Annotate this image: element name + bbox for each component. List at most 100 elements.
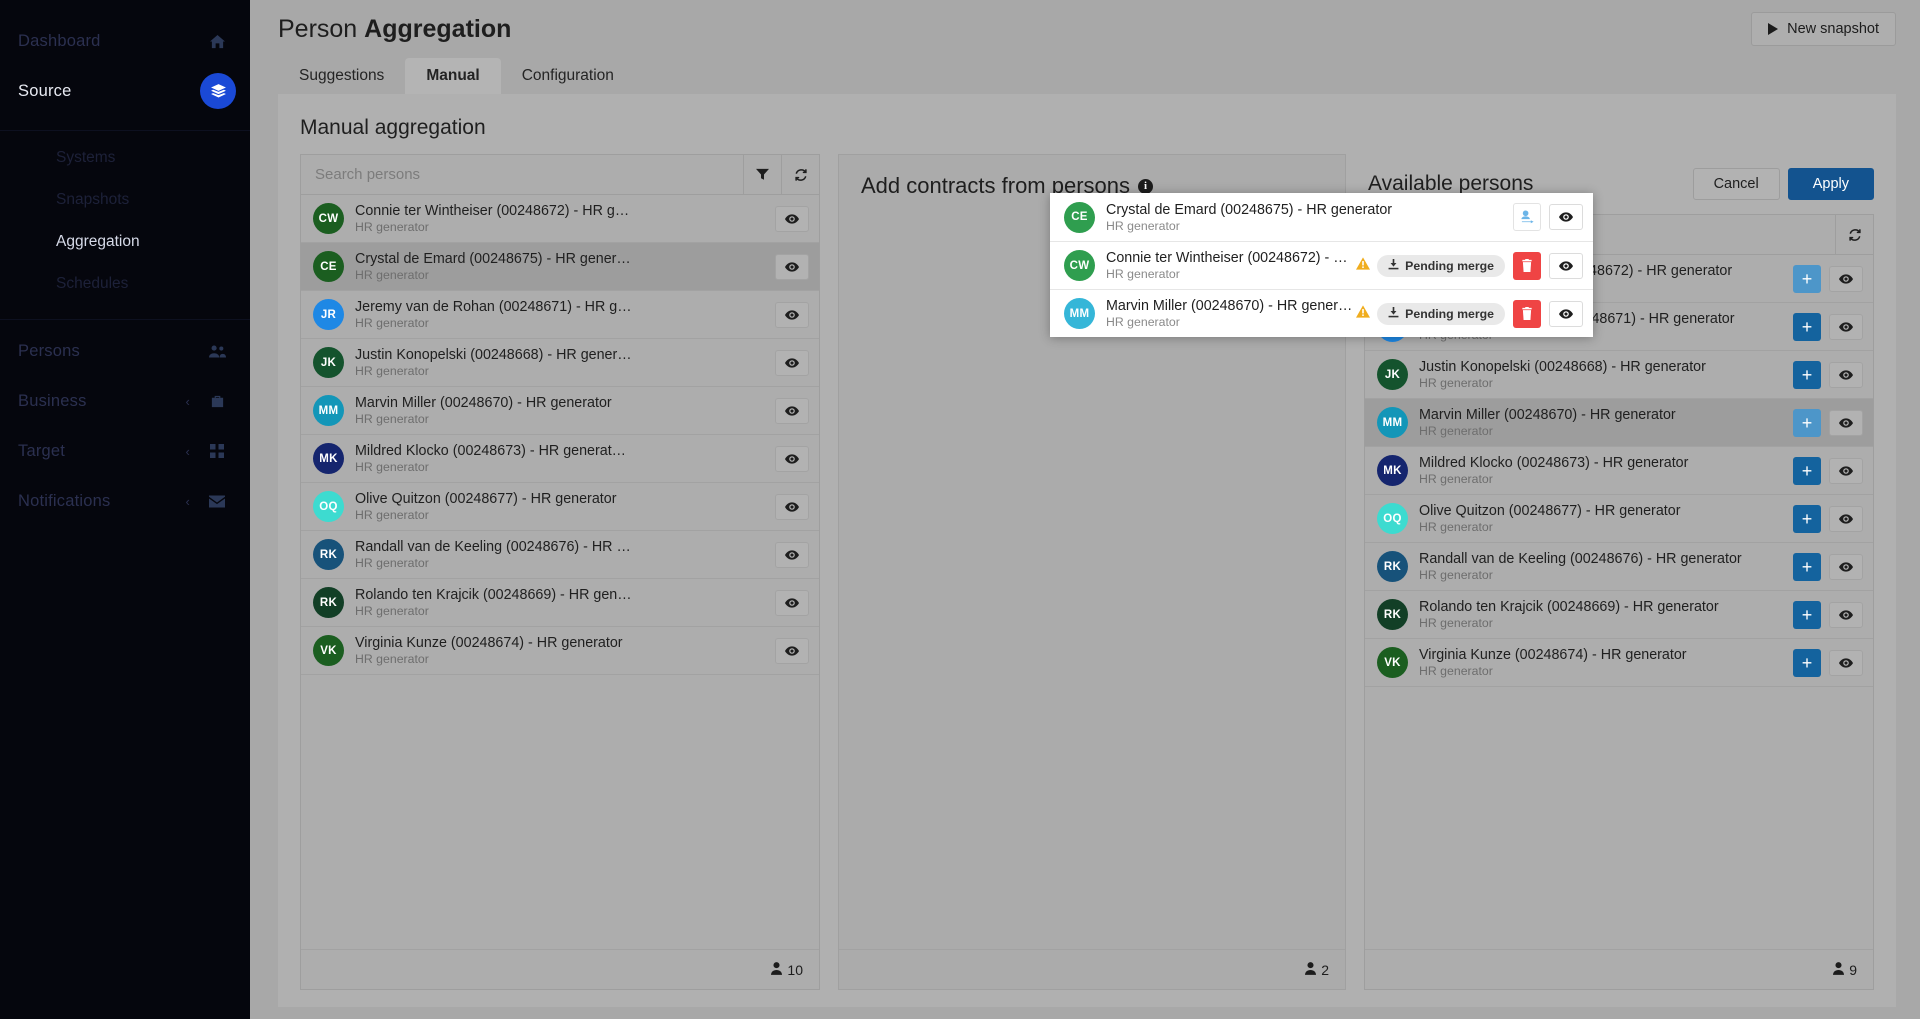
list-item[interactable]: RK Rolando ten Krajcik (00248669) - HR ge… bbox=[301, 579, 819, 627]
eye-icon[interactable] bbox=[1829, 649, 1863, 676]
refresh-icon[interactable] bbox=[781, 155, 819, 194]
list-item[interactable]: OQ Olive Quitzon (00248677) - HR generato… bbox=[301, 483, 819, 531]
tab-configuration[interactable]: Configuration bbox=[501, 58, 635, 94]
person-name: Marvin Miller (00248670) - HR genera… bbox=[1106, 298, 1357, 314]
person-subtitle: HR generator bbox=[1419, 568, 1493, 582]
add-person-button[interactable]: + bbox=[1793, 504, 1821, 533]
avatar: JK bbox=[1377, 359, 1408, 390]
list-item[interactable]: CE Crystal de Emard (00248675) - HR gener… bbox=[1050, 193, 1593, 241]
add-person-button[interactable]: + bbox=[1793, 648, 1821, 677]
sidebar-subitem-systems[interactable]: Systems bbox=[0, 137, 250, 179]
add-person-button[interactable]: + bbox=[1793, 360, 1821, 389]
mail-icon bbox=[206, 495, 228, 508]
sidebar-item-persons[interactable]: Persons bbox=[0, 326, 250, 376]
warning-icon bbox=[1356, 305, 1371, 322]
merge-download-icon bbox=[1388, 258, 1399, 273]
list-item[interactable]: MK Mildred Klocko (00248673) - HR generat… bbox=[1365, 447, 1873, 495]
eye-icon[interactable] bbox=[775, 493, 809, 520]
eye-icon[interactable] bbox=[775, 205, 809, 232]
list-item[interactable]: RK Randall van de Keeling (00248676) - HR… bbox=[1365, 543, 1873, 591]
eye-icon[interactable] bbox=[1829, 505, 1863, 532]
eye-icon[interactable] bbox=[1549, 300, 1583, 327]
list-item[interactable]: MM Marvin Miller (00248670) - HR genera… H… bbox=[1050, 289, 1593, 337]
left-panel-footer: 10 bbox=[301, 949, 819, 989]
list-item[interactable]: MM Marvin Miller (00248670) - HR generato… bbox=[301, 387, 819, 435]
info-icon[interactable]: i bbox=[1138, 178, 1154, 194]
sidebar-item-dashboard[interactable]: Dashboard bbox=[0, 16, 250, 66]
avatar: OQ bbox=[313, 491, 344, 522]
mid-panel-footer: 2 bbox=[839, 949, 1345, 989]
list-item[interactable]: CW Connie ter Wintheiser (00248672) - H… H… bbox=[1050, 241, 1593, 289]
delete-icon[interactable] bbox=[1513, 251, 1541, 280]
person-subtitle: HR generator bbox=[1419, 616, 1493, 630]
sidebar-subitem-aggregation[interactable]: Aggregation bbox=[0, 221, 250, 263]
eye-icon[interactable] bbox=[1829, 601, 1863, 628]
search-input[interactable] bbox=[301, 155, 743, 194]
add-person-button[interactable]: + bbox=[1793, 552, 1821, 581]
tab-manual[interactable]: Manual bbox=[405, 58, 501, 94]
eye-icon[interactable] bbox=[775, 349, 809, 376]
sidebar: Dashboard Source ∨ Systems Snapshots Agg… bbox=[0, 0, 250, 1019]
eye-icon[interactable] bbox=[1549, 252, 1583, 279]
sidebar-item-notifications[interactable]: Notifications ‹ bbox=[0, 476, 250, 526]
avatar: MM bbox=[313, 395, 344, 426]
eye-icon[interactable] bbox=[1829, 265, 1863, 292]
home-icon bbox=[206, 34, 228, 49]
eye-icon[interactable] bbox=[1829, 361, 1863, 388]
list-item[interactable]: OQ Olive Quitzon (00248677) - HR generato… bbox=[1365, 495, 1873, 543]
sidebar-subitem-label: Snapshots bbox=[56, 191, 130, 208]
eye-icon[interactable] bbox=[775, 637, 809, 664]
add-person-button[interactable]: + bbox=[1793, 600, 1821, 629]
list-item[interactable]: RK Randall van de Keeling (00248676) - HR… bbox=[301, 531, 819, 579]
sidebar-item-label: Notifications bbox=[18, 491, 111, 510]
filter-icon[interactable] bbox=[743, 155, 781, 194]
eye-icon[interactable] bbox=[1829, 409, 1863, 436]
apply-button[interactable]: Apply bbox=[1787, 168, 1874, 200]
person-name: Connie ter Wintheiser (00248672) - HR g… bbox=[355, 203, 630, 219]
add-person-button[interactable]: + bbox=[1793, 408, 1821, 437]
list-item[interactable]: MM Marvin Miller (00248670) - HR generato… bbox=[1365, 399, 1873, 447]
tab-label: Manual bbox=[426, 67, 480, 84]
move-person-icon[interactable] bbox=[1513, 203, 1541, 231]
avatar: CW bbox=[1064, 250, 1095, 281]
eye-icon[interactable] bbox=[1829, 457, 1863, 484]
list-item[interactable]: RK Rolando ten Krajcik (00248669) - HR ge… bbox=[1365, 591, 1873, 639]
refresh-icon[interactable] bbox=[1835, 215, 1873, 254]
list-item[interactable]: VK Virginia Kunze (00248674) - HR generat… bbox=[301, 627, 819, 675]
list-item[interactable]: CW Connie ter Wintheiser (00248672) - HR … bbox=[301, 195, 819, 243]
eye-icon[interactable] bbox=[775, 541, 809, 568]
page-title-light: Person bbox=[278, 14, 365, 43]
person-name: Randall van de Keeling (00248676) - HR … bbox=[355, 539, 631, 555]
list-item[interactable]: VK Virginia Kunze (00248674) - HR generat… bbox=[1365, 639, 1873, 687]
sidebar-item-target[interactable]: Target ‹ bbox=[0, 426, 250, 476]
avatar: CW bbox=[313, 203, 344, 234]
list-item[interactable]: CE Crystal de Emard (00248675) - HR gener… bbox=[301, 243, 819, 291]
eye-icon[interactable] bbox=[775, 397, 809, 424]
avatar: JR bbox=[313, 299, 344, 330]
person-name: Justin Konopelski (00248668) - HR genera… bbox=[1419, 359, 1706, 375]
list-item[interactable]: MK Mildred Klocko (00248673) - HR generat… bbox=[301, 435, 819, 483]
person-subtitle: HR generator bbox=[1419, 376, 1493, 390]
list-item[interactable]: JR Jeremy van de Rohan (00248671) - HR g…… bbox=[301, 291, 819, 339]
add-person-button[interactable]: + bbox=[1793, 264, 1821, 293]
eye-icon[interactable] bbox=[775, 445, 809, 472]
eye-icon[interactable] bbox=[775, 253, 809, 280]
eye-icon[interactable] bbox=[775, 301, 809, 328]
sidebar-item-business[interactable]: Business ‹ bbox=[0, 376, 250, 426]
new-snapshot-button[interactable]: New snapshot bbox=[1751, 12, 1896, 46]
sidebar-subitem-schedules[interactable]: Schedules bbox=[0, 263, 250, 305]
eye-icon[interactable] bbox=[775, 589, 809, 616]
cancel-button[interactable]: Cancel bbox=[1692, 168, 1780, 200]
eye-icon[interactable] bbox=[1829, 553, 1863, 580]
eye-icon[interactable] bbox=[1829, 313, 1863, 340]
sidebar-subitem-snapshots[interactable]: Snapshots bbox=[0, 179, 250, 221]
sidebar-item-source[interactable]: Source ∨ bbox=[0, 66, 250, 116]
delete-icon[interactable] bbox=[1513, 299, 1541, 328]
tab-suggestions[interactable]: Suggestions bbox=[278, 58, 405, 94]
add-person-button[interactable]: + bbox=[1793, 312, 1821, 341]
list-item[interactable]: JK Justin Konopelski (00248668) - HR gene… bbox=[1365, 351, 1873, 399]
add-person-button[interactable]: + bbox=[1793, 456, 1821, 485]
list-item[interactable]: JK Justin Konopelski (00248668) - HR gene… bbox=[301, 339, 819, 387]
eye-icon[interactable] bbox=[1549, 204, 1583, 230]
person-name: Virginia Kunze (00248674) - HR generator bbox=[355, 635, 623, 651]
